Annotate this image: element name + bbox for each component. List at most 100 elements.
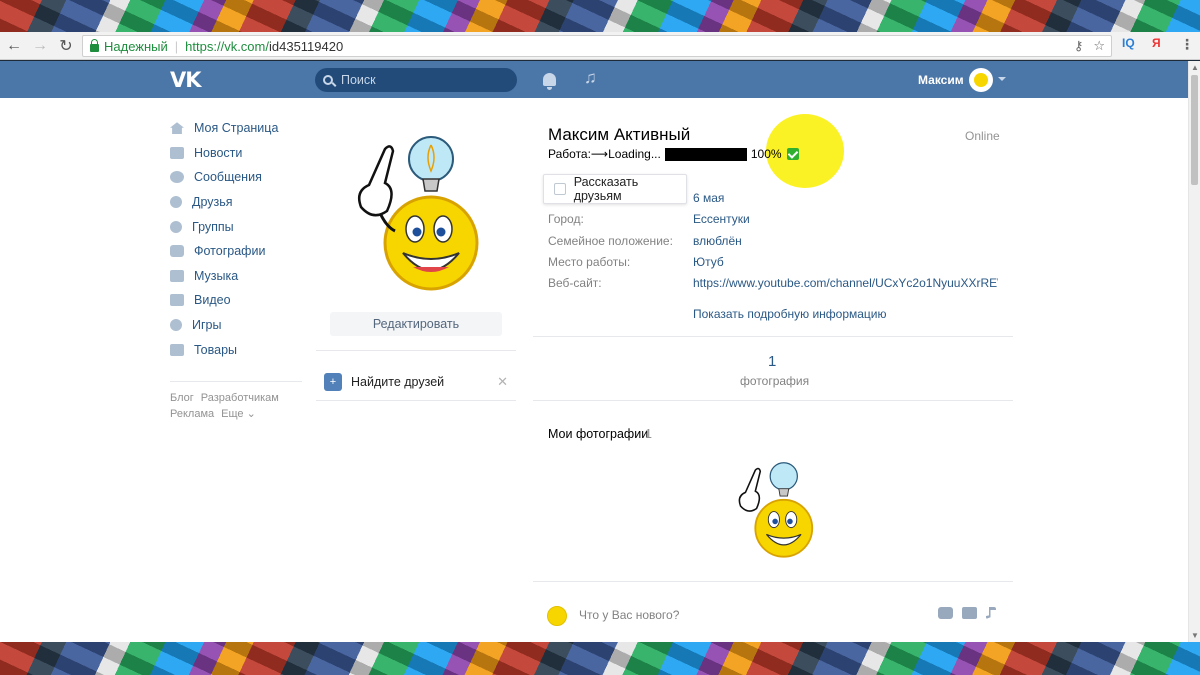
- page-scrollbar[interactable]: ▲ ▼: [1188, 61, 1200, 642]
- sidebar-item-label: Товары: [194, 342, 237, 357]
- info-key: Веб-сайт:: [548, 276, 602, 291]
- scroll-up-icon[interactable]: ▲: [1191, 63, 1199, 72]
- key-icon[interactable]: ⚷: [1074, 38, 1084, 54]
- info-value[interactable]: Ютуб: [693, 255, 998, 269]
- online-status: Online: [965, 129, 1000, 143]
- link-ads[interactable]: Реклама: [170, 408, 214, 420]
- video-icon[interactable]: [962, 607, 977, 619]
- show-details-link[interactable]: Показать подробную информацию: [693, 307, 887, 321]
- sidebar-item-label: Друзья: [192, 195, 233, 210]
- find-friends-label: Найдите друзей: [351, 375, 445, 389]
- forward-arrow-icon[interactable]: →: [28, 34, 52, 58]
- link-blog[interactable]: Блог: [170, 392, 194, 404]
- status-percent: 100%: [750, 147, 782, 161]
- background-collage-bottom: [0, 642, 1200, 675]
- sidebar-divider: [170, 381, 302, 382]
- sidebar-item-video[interactable]: Видео: [170, 288, 310, 313]
- back-arrow-icon[interactable]: ←: [2, 34, 26, 58]
- link-more[interactable]: Еще ⌄: [221, 408, 256, 420]
- info-key: Семейное положение:: [548, 233, 673, 248]
- bell-icon[interactable]: [543, 73, 556, 90]
- reload-icon[interactable]: ↻: [54, 34, 78, 58]
- close-icon[interactable]: ✕: [497, 374, 508, 390]
- status-progress-bar: [664, 147, 747, 161]
- smiley-icon: [974, 73, 988, 87]
- sidebar-item-messages[interactable]: Сообщения: [170, 165, 310, 190]
- new-post-input[interactable]: Что у Вас нового?: [579, 608, 679, 622]
- music-icon[interactable]: [986, 607, 996, 619]
- post-attach-icons: [938, 607, 996, 619]
- info-key: Место работы:: [548, 254, 631, 269]
- bag-icon: [170, 343, 184, 356]
- search-box[interactable]: [315, 68, 517, 92]
- info-key: Город:: [548, 212, 584, 227]
- my-photos-title[interactable]: Мои фотографии: [548, 427, 648, 441]
- photos-divider: [533, 400, 1013, 401]
- browser-menu-icon[interactable]: ⋮: [1180, 36, 1194, 53]
- photo-thumbnail[interactable]: [732, 459, 817, 561]
- link-developers[interactable]: Разработчикам: [201, 392, 279, 404]
- sidebar-item-games[interactable]: Игры: [170, 313, 310, 338]
- add-user-icon: +: [324, 373, 342, 391]
- sidebar-item-my-page[interactable]: Моя Страница: [170, 116, 310, 141]
- chevron-down-icon[interactable]: [998, 77, 1006, 81]
- info-value[interactable]: влюблён: [693, 234, 998, 248]
- photo-count[interactable]: 1: [768, 353, 776, 370]
- info-row-relationship: Семейное положение: влюблён: [548, 234, 1008, 255]
- sidebar-item-label: Новости: [194, 145, 243, 160]
- yandex-extension-icon[interactable]: Я: [1152, 36, 1161, 50]
- photo-count-label[interactable]: фотография: [740, 374, 809, 388]
- info-row-city: Город: Ессентуки: [548, 212, 1008, 233]
- header-avatar[interactable]: [969, 68, 993, 92]
- info-value[interactable]: https://www.youtube.com/channel/UCxYc2o1…: [693, 276, 998, 290]
- avatar-column-divider: [316, 350, 516, 351]
- friends-icon: [170, 196, 182, 209]
- left-sidebar: Моя Страница Новости Сообщения Друзья Гр…: [170, 116, 310, 362]
- sidebar-item-photos[interactable]: Фотографии: [170, 239, 310, 264]
- find-friends-divider: [316, 400, 516, 401]
- sidebar-item-groups[interactable]: Группы: [170, 214, 310, 239]
- search-input[interactable]: [341, 73, 501, 87]
- profile-info: 6 мая Город: Ессентуки Семейное положение…: [548, 191, 1008, 297]
- sidebar-item-label: Моя Страница: [194, 121, 279, 136]
- bookmark-star-icon[interactable]: ☆: [1093, 38, 1105, 54]
- profile-name: Максим Активный: [548, 125, 691, 144]
- camera-icon[interactable]: [938, 607, 953, 619]
- scroll-thumb[interactable]: [1191, 75, 1198, 185]
- sidebar-item-label: Группы: [192, 219, 234, 234]
- groups-icon: [170, 220, 182, 233]
- messages-icon: [170, 171, 184, 184]
- browser-toolbar: ← → ↻ Надежный | https://vk.com/id435119…: [0, 32, 1200, 60]
- sidebar-item-friends[interactable]: Друзья: [170, 190, 310, 215]
- profile-status[interactable]: Работа:⟶Loading... 100%: [548, 147, 799, 161]
- background-collage-top: [0, 0, 1200, 34]
- status-text: Работа:⟶Loading...: [548, 147, 661, 161]
- info-row-birthday: 6 мая: [548, 191, 1008, 212]
- info-value[interactable]: Ессентуки: [693, 212, 998, 226]
- sidebar-footer-links: Блог Разработчикам Реклама Еще ⌄: [170, 390, 310, 422]
- birthday-value[interactable]: 6 мая: [693, 191, 998, 205]
- stats-divider: [533, 336, 1013, 337]
- sidebar-item-label: Игры: [192, 318, 222, 333]
- find-friends-block[interactable]: + Найдите друзей ✕: [316, 365, 516, 399]
- iq-extension-icon[interactable]: IQ: [1122, 36, 1135, 50]
- scroll-down-icon[interactable]: ▼: [1191, 631, 1199, 640]
- edit-profile-button[interactable]: Редактировать: [330, 312, 502, 336]
- address-bar[interactable]: Надежный | https://vk.com/id435119420 ⚷ …: [82, 35, 1112, 57]
- vk-logo[interactable]: VK: [170, 68, 202, 92]
- sidebar-item-label: Музыка: [194, 268, 239, 283]
- info-row-website: Веб-сайт: https://www.youtube.com/channel…: [548, 276, 1008, 297]
- music-note-icon[interactable]: ♫: [584, 68, 597, 88]
- sidebar-item-news[interactable]: Новости: [170, 141, 310, 166]
- search-icon: [323, 75, 333, 85]
- games-icon: [170, 319, 182, 332]
- sidebar-item-music[interactable]: Музыка: [170, 264, 310, 289]
- my-photos-count: 1: [645, 427, 652, 441]
- header-user-name[interactable]: Максим: [918, 73, 964, 87]
- vk-header: VK ♫ Максим: [0, 61, 1188, 98]
- camera-icon: [170, 245, 184, 258]
- news-icon: [170, 146, 184, 159]
- vk-page: VK ♫ Максим Моя Страница Новости Сообщен…: [0, 61, 1188, 642]
- sidebar-item-goods[interactable]: Товары: [170, 337, 310, 362]
- post-avatar: [547, 606, 567, 626]
